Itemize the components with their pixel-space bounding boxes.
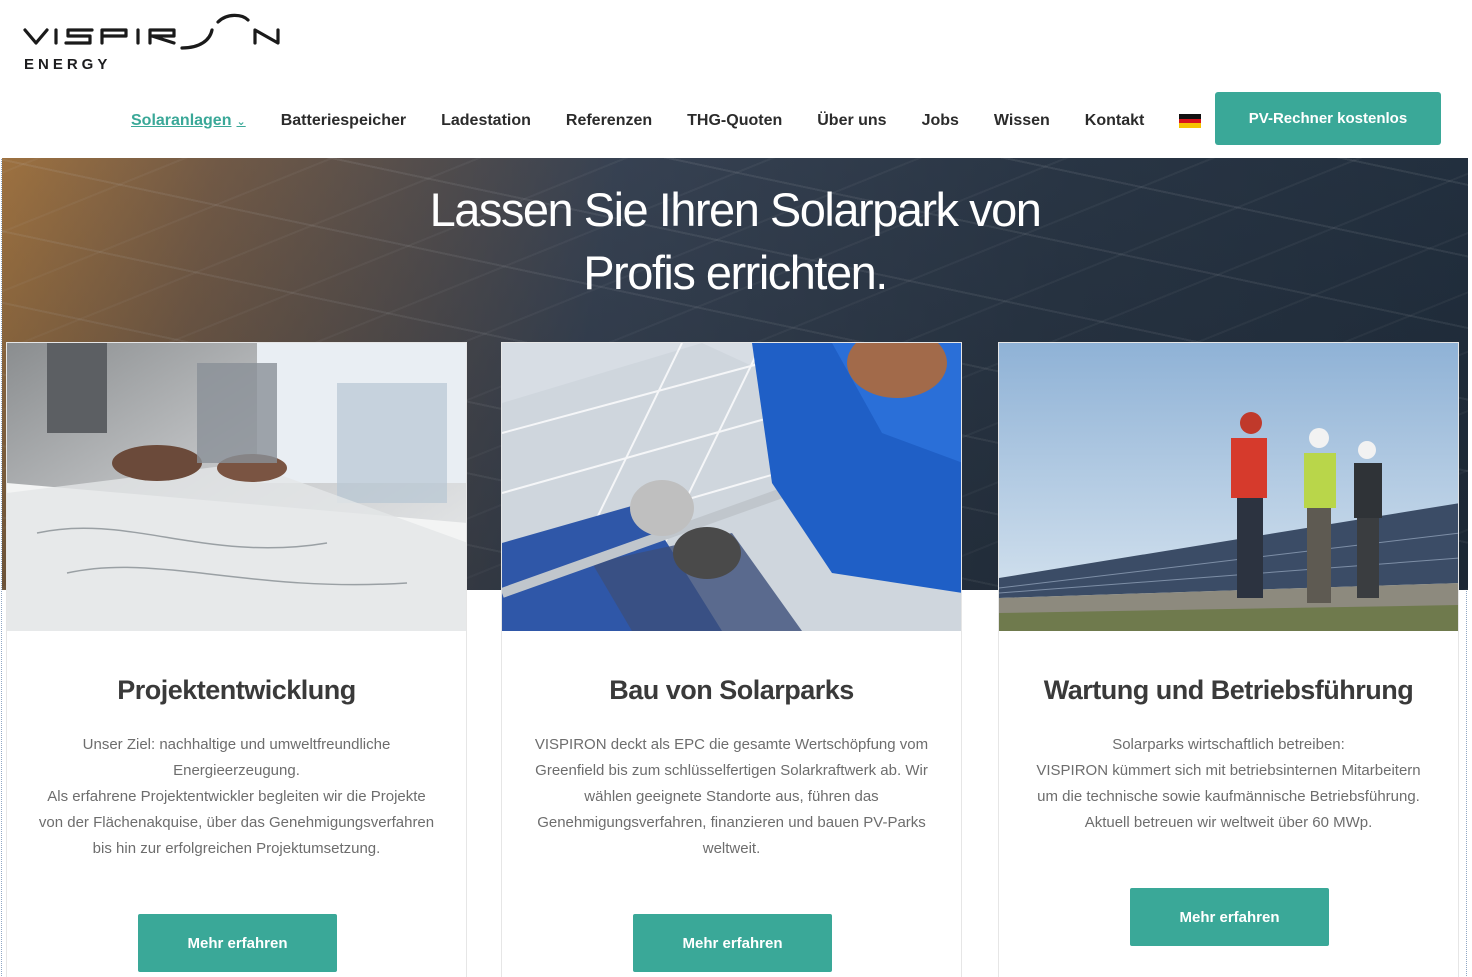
nav-item-thg-quoten[interactable]: THG-Quoten — [687, 112, 782, 130]
german-flag-icon[interactable] — [1179, 114, 1202, 129]
card-title: Wartung und Betriebsführung — [1043, 675, 1414, 705]
nav-item-referenzen[interactable]: Referenzen — [566, 112, 652, 130]
logo-subtitle: ENERGY — [24, 56, 112, 73]
card-wartung-betriebsfuehrung: Wartung und Betriebsführung Solarparks w… — [998, 342, 1459, 977]
card-title: Projektentwicklung — [117, 675, 356, 705]
mehr-erfahren-button[interactable]: Mehr erfahren — [1130, 888, 1329, 946]
mehr-erfahren-button[interactable]: Mehr erfahren — [633, 914, 832, 972]
card-image-installation — [502, 343, 961, 631]
logo-wordmark — [23, 13, 280, 50]
nav-item-ueber-uns[interactable]: Über uns — [817, 112, 886, 130]
card-image-planning — [7, 343, 466, 631]
nav-item-jobs[interactable]: Jobs — [922, 112, 959, 130]
nav-item-label: Solaranlagen — [131, 112, 232, 129]
card-title: Bau von Solarparks — [609, 675, 854, 705]
mehr-erfahren-button[interactable]: Mehr erfahren — [138, 914, 337, 972]
chevron-down-icon: ⌄ — [236, 115, 246, 128]
card-description: Unser Ziel: nachhaltige und umweltfreund… — [38, 736, 435, 857]
card-image-solar-field-workers — [999, 343, 1458, 631]
card-description: VISPIRON deckt als EPC die gesamte Werts… — [534, 736, 929, 857]
card-projektentwicklung: Projektentwicklung Unser Ziel: nachhalti… — [6, 342, 467, 977]
nav-item-kontakt[interactable]: Kontakt — [1085, 112, 1145, 130]
nav-item-batteriespeicher[interactable]: Batteriespeicher — [281, 112, 406, 130]
site-header: ENERGY Solaranlagen ⌄ Batteriespeicher L… — [0, 0, 1472, 158]
nav-item-ladestation[interactable]: Ladestation — [441, 112, 531, 130]
card-bau-von-solarparks: Bau von Solarparks VISPIRON deckt als EP… — [501, 342, 962, 977]
hero-title: Lassen Sie Ihren Solarpark von Profis er… — [429, 183, 1042, 299]
nav-item-solaranlagen[interactable]: Solaranlagen ⌄ — [131, 112, 246, 130]
nav-item-wissen[interactable]: Wissen — [994, 112, 1050, 130]
pv-rechner-button[interactable]: PV-Rechner kostenlos — [1215, 92, 1441, 145]
card-description: Solarparks wirtschaftlich betreiben: VIS… — [1036, 736, 1421, 831]
main-navigation: Solaranlagen ⌄ Batteriespeicher Ladestat… — [131, 108, 1202, 134]
